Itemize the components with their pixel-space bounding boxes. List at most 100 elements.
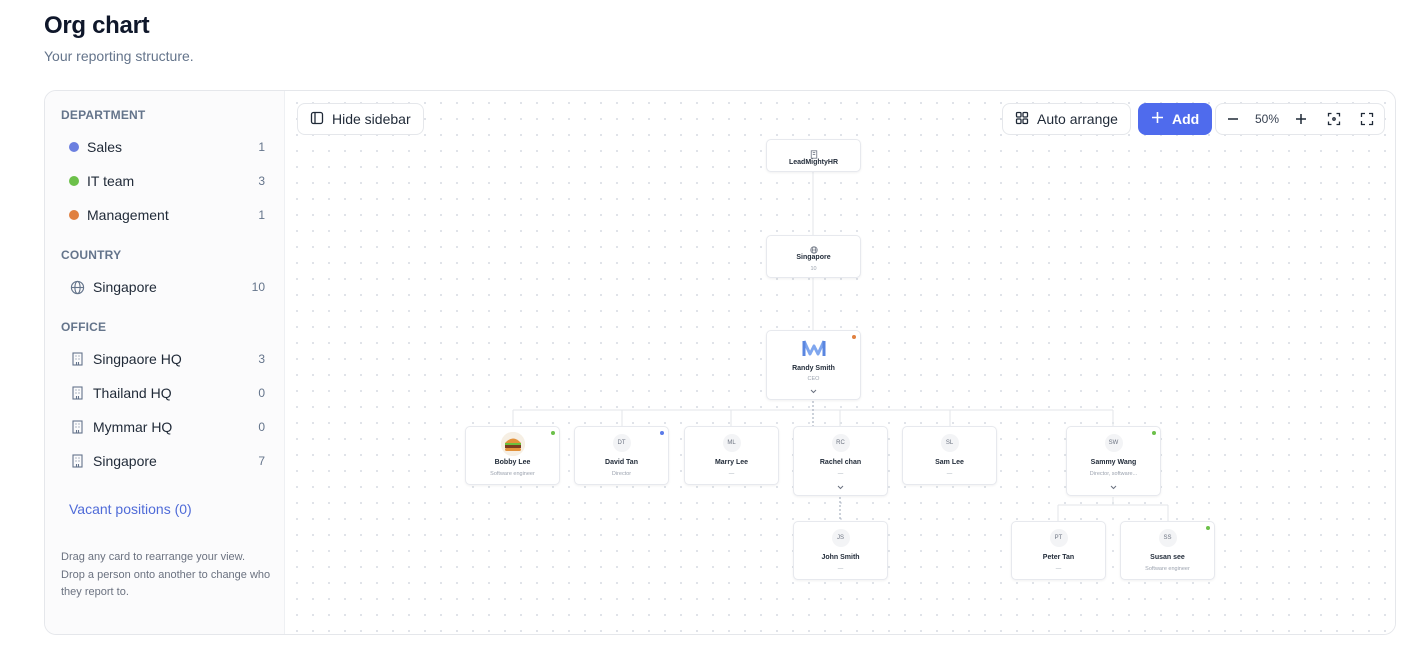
avatar: SW xyxy=(1104,434,1123,452)
sidebar-item-management[interactable]: Management 1 xyxy=(61,201,269,229)
building-icon xyxy=(69,419,85,435)
person-role: Director, software... xyxy=(1089,471,1138,477)
avatar: RC xyxy=(831,434,850,452)
person-card-rachel-chan[interactable]: RC Rachel chan — xyxy=(793,426,888,496)
sidebar-item-it-team[interactable]: IT team 3 xyxy=(61,167,269,195)
sidebar-item-label: Singapore xyxy=(93,453,157,469)
status-dot xyxy=(660,431,664,435)
sidebar-item-count: 10 xyxy=(251,280,265,294)
avatar: DT xyxy=(612,434,631,452)
add-button[interactable]: Add xyxy=(1138,103,1213,135)
sidebar-item-label: Management xyxy=(87,207,169,223)
chevron-down-icon[interactable] xyxy=(1109,483,1119,491)
person-role: Software engineer xyxy=(1145,566,1190,572)
person-name: Sammy Wang xyxy=(1090,459,1137,466)
department-heading: DEPARTMENT xyxy=(61,108,146,122)
org-node-name: LeadMightyHR xyxy=(789,159,838,166)
chevron-down-icon[interactable] xyxy=(809,387,819,395)
person-card-marry-lee[interactable]: ML Marry Lee — xyxy=(684,426,779,485)
org-node-root[interactable]: LeadMightyHR xyxy=(766,139,861,172)
auto-arrange-label: Auto arrange xyxy=(1037,111,1118,127)
zoom-out-button[interactable] xyxy=(1222,108,1244,130)
avatar: ML xyxy=(722,434,741,452)
sidebar-item-label: Singpaore HQ xyxy=(93,351,182,367)
person-role: — xyxy=(728,471,735,477)
person-name: Rachel chan xyxy=(819,459,862,466)
sidebar-item-singapore-country[interactable]: Singapore 10 xyxy=(61,273,269,301)
zoom-controls: 50% xyxy=(1215,103,1385,135)
auto-arrange-button[interactable]: Auto arrange xyxy=(1002,103,1131,135)
plus-icon xyxy=(1151,111,1164,127)
sidebar-item-label: Singapore xyxy=(93,279,157,295)
person-role: Software engineer xyxy=(490,471,535,477)
help-text: Drag any card to rearrange your view. Dr… xyxy=(61,551,271,598)
sidebar-item-singpaore-hq[interactable]: Singpaore HQ 3 xyxy=(61,345,269,373)
person-name: Sam Lee xyxy=(935,459,964,466)
person-name: Marry Lee xyxy=(714,459,749,466)
department-color-dot xyxy=(69,210,79,220)
org-node-country[interactable]: Singapore 10 xyxy=(766,235,861,278)
person-card-randy-smith[interactable]: Randy Smith CEO xyxy=(766,330,861,400)
fit-view-button[interactable] xyxy=(1323,108,1345,130)
sidebar-item-mymmar-hq[interactable]: Mymmar HQ 0 xyxy=(61,413,269,441)
person-card-sammy-wang[interactable]: SW Sammy Wang Director, software... xyxy=(1066,426,1161,496)
sidebar-item-thailand-hq[interactable]: Thailand HQ 0 xyxy=(61,379,269,407)
avatar: SS xyxy=(1158,529,1177,547)
office-heading: OFFICE xyxy=(61,320,107,334)
add-label: Add xyxy=(1172,111,1200,127)
company-logo-icon xyxy=(802,337,826,359)
page-title: Org chart xyxy=(44,12,150,39)
person-role: CEO xyxy=(807,376,820,382)
sidebar-item-label: Sales xyxy=(87,139,123,155)
sidebar-item-count: 3 xyxy=(258,174,265,188)
sidebar-item-count: 1 xyxy=(258,140,265,154)
person-role: — xyxy=(837,471,844,477)
avatar: SL xyxy=(940,434,959,452)
zoom-level: 50% xyxy=(1254,112,1280,126)
building-icon xyxy=(69,385,85,401)
page-subtitle: Your reporting structure. xyxy=(44,48,194,64)
person-role: — xyxy=(946,471,953,477)
chevron-down-icon[interactable] xyxy=(836,483,846,491)
person-role: Director xyxy=(611,471,632,477)
person-card-susan-see[interactable]: SS Susan see Software engineer xyxy=(1120,521,1215,580)
vacant-positions-link[interactable]: Vacant positions (0) xyxy=(69,501,192,517)
status-dot xyxy=(1152,431,1156,435)
sidebar-item-sales[interactable]: Sales 1 xyxy=(61,133,269,161)
sidebar-item-count: 0 xyxy=(258,386,265,400)
person-role: — xyxy=(1055,566,1062,572)
org-chart-panel: DEPARTMENT Sales 1 IT team 3 Management … xyxy=(44,90,1396,635)
person-role: — xyxy=(837,566,844,572)
grid-icon xyxy=(1015,111,1029,128)
sidebar-item-label: Thailand HQ xyxy=(93,385,172,401)
country-heading: COUNTRY xyxy=(61,248,122,262)
org-chart-canvas[interactable]: Hide sidebar Auto arrange Add 50% LeadMi… xyxy=(285,91,1395,634)
zoom-in-button[interactable] xyxy=(1290,108,1312,130)
filter-sidebar: DEPARTMENT Sales 1 IT team 3 Management … xyxy=(45,91,285,634)
person-card-david-tan[interactable]: DT David Tan Director xyxy=(574,426,669,485)
status-dot xyxy=(1206,526,1210,530)
fullscreen-button[interactable] xyxy=(1356,108,1378,130)
hide-sidebar-label: Hide sidebar xyxy=(332,111,411,127)
person-card-john-smith[interactable]: JS John Smith — xyxy=(793,521,888,580)
department-color-dot xyxy=(69,142,79,152)
globe-icon xyxy=(69,279,85,295)
sidebar-item-singapore-office[interactable]: Singapore 7 xyxy=(61,447,269,475)
sidebar-item-label: IT team xyxy=(87,173,135,189)
sidebar-toggle-icon xyxy=(310,111,324,128)
status-dot xyxy=(852,335,856,339)
sidebar-item-count: 0 xyxy=(258,420,265,434)
sidebar-item-count: 3 xyxy=(258,352,265,366)
person-name: Randy Smith xyxy=(792,365,835,372)
hide-sidebar-button[interactable]: Hide sidebar xyxy=(297,103,424,135)
building-icon xyxy=(69,453,85,469)
person-card-peter-tan[interactable]: PT Peter Tan — xyxy=(1011,521,1106,580)
person-card-sam-lee[interactable]: SL Sam Lee — xyxy=(902,426,997,485)
department-color-dot xyxy=(69,176,79,186)
sidebar-item-count: 1 xyxy=(258,208,265,222)
person-name: Peter Tan xyxy=(1042,554,1075,561)
sidebar-item-count: 7 xyxy=(258,454,265,468)
person-card-bobby-lee[interactable]: Bobby Lee Software engineer xyxy=(465,426,560,485)
building-icon xyxy=(69,351,85,367)
avatar-burger-icon xyxy=(500,432,525,456)
